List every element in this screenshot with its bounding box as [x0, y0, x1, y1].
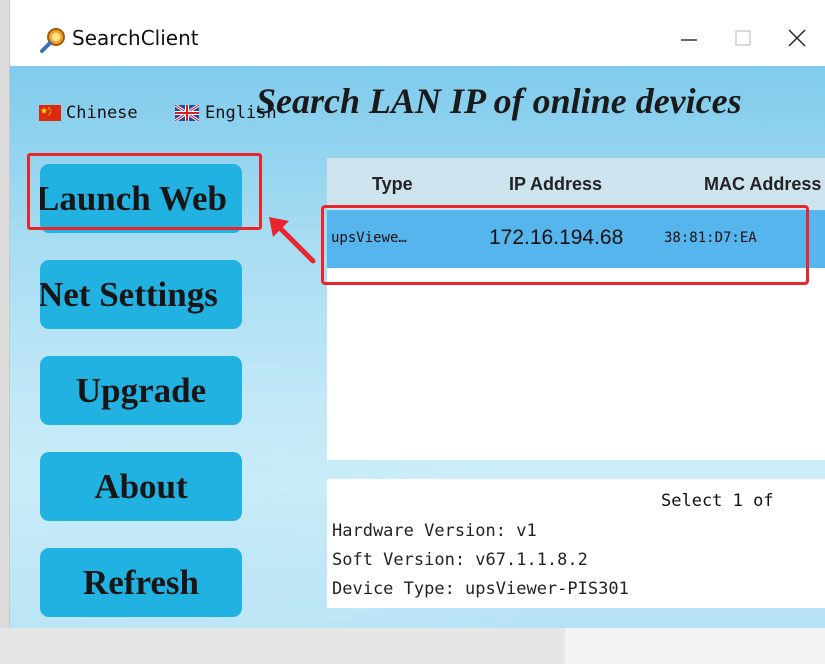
china-flag-icon[interactable]	[39, 105, 61, 121]
device-info-panel: Select 1 of Hardware Version: v1 Soft Ve…	[327, 479, 825, 608]
maximize-button[interactable]	[716, 18, 770, 58]
device-type: Device Type: upsViewer-PIS301	[332, 579, 629, 599]
net-settings-label: Net Settings	[40, 274, 218, 314]
minimize-icon	[681, 39, 697, 41]
cell-ip-address: 172.16.194.68	[489, 226, 624, 249]
refresh-button[interactable]: Refresh	[40, 548, 242, 617]
language-option-chinese[interactable]: Chinese	[66, 103, 138, 123]
hardware-version: Hardware Version: v1	[332, 521, 537, 541]
about-button[interactable]: About	[40, 452, 242, 521]
table-row[interactable]: upsViewe… 172.16.194.68 38:81:D7:EA	[327, 210, 825, 268]
column-header-mac-address[interactable]: MAC Address	[704, 174, 821, 195]
launch-web-label: Launch Web	[40, 178, 227, 218]
maximize-icon	[735, 30, 751, 46]
client-area: Chinese English Search LAN IP of online …	[10, 66, 825, 628]
upgrade-button[interactable]: Upgrade	[40, 356, 242, 425]
launch-web-button[interactable]: Launch Web	[40, 164, 242, 233]
about-label: About	[94, 466, 188, 506]
screenshot-frame: SearchClient Chinese English Search LAN …	[0, 0, 825, 664]
magnifier-app-icon	[40, 28, 65, 53]
selection-status: Select 1 of	[661, 491, 774, 511]
column-header-ip-address[interactable]: IP Address	[509, 174, 602, 195]
search-client-window: SearchClient Chinese English Search LAN …	[9, 0, 825, 628]
device-table[interactable]: Type IP Address MAC Address upsViewe… 17…	[327, 158, 825, 460]
close-button[interactable]	[770, 18, 824, 58]
red-arrow-icon	[269, 217, 316, 264]
uk-flag-icon[interactable]	[175, 105, 199, 121]
desktop-background	[0, 628, 565, 664]
upgrade-label: Upgrade	[75, 370, 207, 410]
column-header-type[interactable]: Type	[372, 174, 413, 195]
window-title: SearchClient	[72, 26, 199, 50]
net-settings-button[interactable]: Net Settings	[40, 260, 242, 329]
title-bar[interactable]: SearchClient	[10, 0, 825, 66]
cell-device-type: upsViewe…	[331, 230, 407, 246]
refresh-label: Refresh	[83, 562, 199, 602]
cell-mac-address: 38:81:D7:EA	[664, 230, 757, 246]
page-headline: Search LAN IP of online devices	[256, 81, 742, 121]
minimize-button[interactable]	[662, 18, 716, 58]
desktop-background-right	[565, 628, 825, 664]
software-version: Soft Version: v67.1.1.8.2	[332, 550, 588, 570]
table-header: Type IP Address MAC Address	[327, 158, 825, 210]
close-icon	[788, 29, 806, 47]
